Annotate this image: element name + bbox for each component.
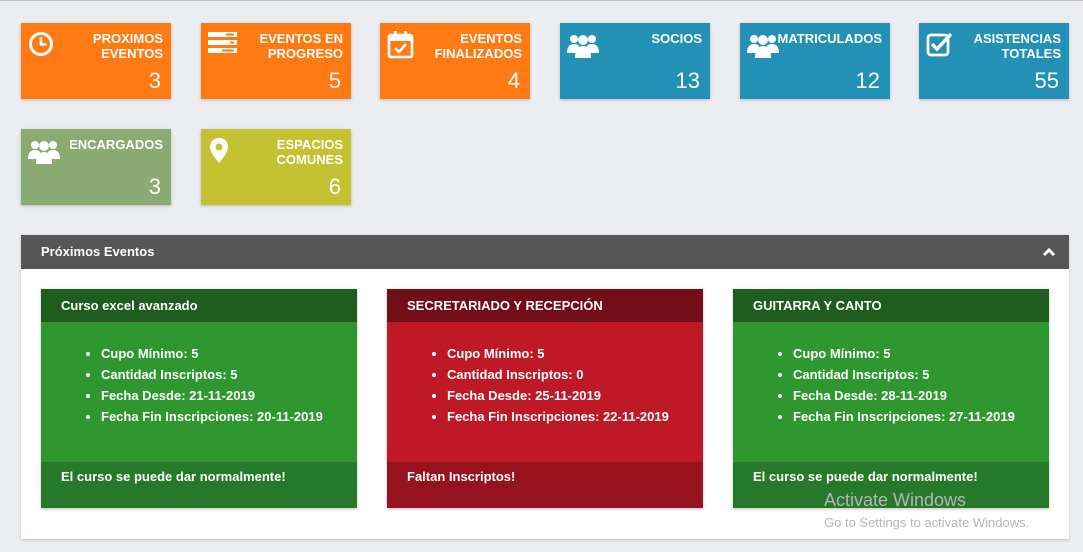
- tile-asistencias-totales[interactable]: ASISTENCIAS TOTALES 55: [919, 23, 1069, 99]
- event-status: El curso se puede dar normalmente!: [753, 469, 978, 484]
- event-detail-item: Fecha Desde: 25-11-2019: [447, 385, 669, 406]
- event-card-footer: El curso se puede dar normalmente!: [41, 462, 357, 508]
- event-card-header: SECRETARIADO Y RECEPCIÓN: [387, 289, 703, 322]
- tile-value: 3: [148, 68, 161, 93]
- tile-value: 6: [328, 174, 341, 199]
- users-icon: [28, 137, 62, 169]
- event-card-body: Cupo Mínimo: 5 Cantidad Inscriptos: 5 Fe…: [733, 322, 1049, 462]
- event-card[interactable]: Curso excel avanzado Cupo Mínimo: 5 Cant…: [41, 289, 357, 508]
- tile-label: ENCARGADOS: [69, 137, 163, 152]
- event-detail-item: Fecha Fin Inscripciones: 22-11-2019: [447, 406, 669, 427]
- windows-activation-subtitle: Go to Settings to activate Windows.: [824, 515, 1030, 530]
- tile-eventos-finalizados[interactable]: EVENTOS FINALIZADOS 4: [380, 23, 530, 99]
- calendar-check-icon: [387, 31, 421, 63]
- tile-value: 12: [855, 68, 880, 93]
- tile-value: 3: [148, 174, 161, 199]
- event-card-body: Cupo Mínimo: 5 Cantidad Inscriptos: 0 Fe…: [387, 322, 703, 462]
- tasks-icon: [208, 31, 242, 63]
- checkbox-icon: [926, 31, 960, 63]
- event-detail-item: Fecha Desde: 28-11-2019: [793, 385, 1015, 406]
- event-card[interactable]: SECRETARIADO Y RECEPCIÓN Cupo Mínimo: 5 …: [387, 289, 703, 508]
- panel-header: Próximos Eventos: [21, 235, 1069, 269]
- map-marker-icon: [208, 137, 242, 169]
- event-detail-item: Fecha Fin Inscripciones: 20-11-2019: [101, 406, 323, 427]
- event-details-list: Cupo Mínimo: 5 Cantidad Inscriptos: 5 Fe…: [101, 343, 323, 427]
- event-detail-item: Cupo Mínimo: 5: [793, 343, 1015, 364]
- tile-label: EVENTOS EN PROGRESO: [259, 31, 343, 61]
- event-status: Faltan Inscriptos!: [407, 469, 516, 484]
- event-details-list: Cupo Mínimo: 5 Cantidad Inscriptos: 0 Fe…: [447, 343, 669, 427]
- tile-eventos-en-progreso[interactable]: EVENTOS EN PROGRESO 5: [201, 23, 351, 99]
- tile-value: 4: [507, 68, 520, 93]
- tile-label: ASISTENCIAS TOTALES: [973, 31, 1061, 61]
- event-card-footer: Faltan Inscriptos!: [387, 462, 703, 508]
- event-detail-item: Cantidad Inscriptos: 0: [447, 364, 669, 385]
- event-card-body: Cupo Mínimo: 5 Cantidad Inscriptos: 5 Fe…: [41, 322, 357, 462]
- event-detail-item: Cantidad Inscriptos: 5: [793, 364, 1015, 385]
- tile-proximos-eventos[interactable]: PROXIMOS EVENTOS 3: [21, 23, 171, 99]
- event-card-header: Curso excel avanzado: [41, 289, 357, 322]
- event-details-list: Cupo Mínimo: 5 Cantidad Inscriptos: 5 Fe…: [793, 343, 1015, 427]
- tile-label: SOCIOS: [651, 31, 702, 46]
- clock-icon: [28, 31, 62, 63]
- event-title: Curso excel avanzado: [61, 298, 198, 313]
- tile-matriculados[interactable]: MATRICULADOS 12: [740, 23, 890, 99]
- tile-label: ESPACIOS COMUNES: [276, 137, 343, 167]
- tile-value: 55: [1034, 68, 1059, 93]
- event-status: El curso se puede dar normalmente!: [61, 469, 286, 484]
- event-detail-item: Cupo Mínimo: 5: [447, 343, 669, 364]
- panel-title: Próximos Eventos: [41, 244, 155, 259]
- windows-activation-title: Activate Windows: [824, 490, 967, 510]
- event-title: SECRETARIADO Y RECEPCIÓN: [407, 298, 603, 313]
- chevron-up-icon[interactable]: [1041, 244, 1057, 260]
- tile-value: 13: [675, 68, 700, 93]
- event-card[interactable]: GUITARRA Y CANTO Cupo Mínimo: 5 Cantidad…: [733, 289, 1049, 508]
- tile-encargados[interactable]: ENCARGADOS 3: [21, 129, 171, 205]
- event-title: GUITARRA Y CANTO: [753, 298, 882, 313]
- tile-label: MATRICULADOS: [777, 31, 882, 46]
- users-icon: [567, 31, 601, 63]
- tile-label: PROXIMOS EVENTOS: [92, 31, 163, 61]
- tile-espacios-comunes[interactable]: ESPACIOS COMUNES 6: [201, 129, 351, 205]
- tile-socios[interactable]: SOCIOS 13: [560, 23, 710, 99]
- tile-value: 5: [328, 68, 341, 93]
- tile-label: EVENTOS FINALIZADOS: [434, 31, 522, 61]
- event-detail-item: Cantidad Inscriptos: 5: [101, 364, 323, 385]
- event-detail-item: Fecha Desde: 21-11-2019: [101, 385, 323, 406]
- event-card-header: GUITARRA Y CANTO: [733, 289, 1049, 322]
- event-detail-item: Cupo Mínimo: 5: [101, 343, 323, 364]
- event-detail-item: Fecha Fin Inscripciones: 27-11-2019: [793, 406, 1015, 427]
- top-border: [0, 0, 1083, 1]
